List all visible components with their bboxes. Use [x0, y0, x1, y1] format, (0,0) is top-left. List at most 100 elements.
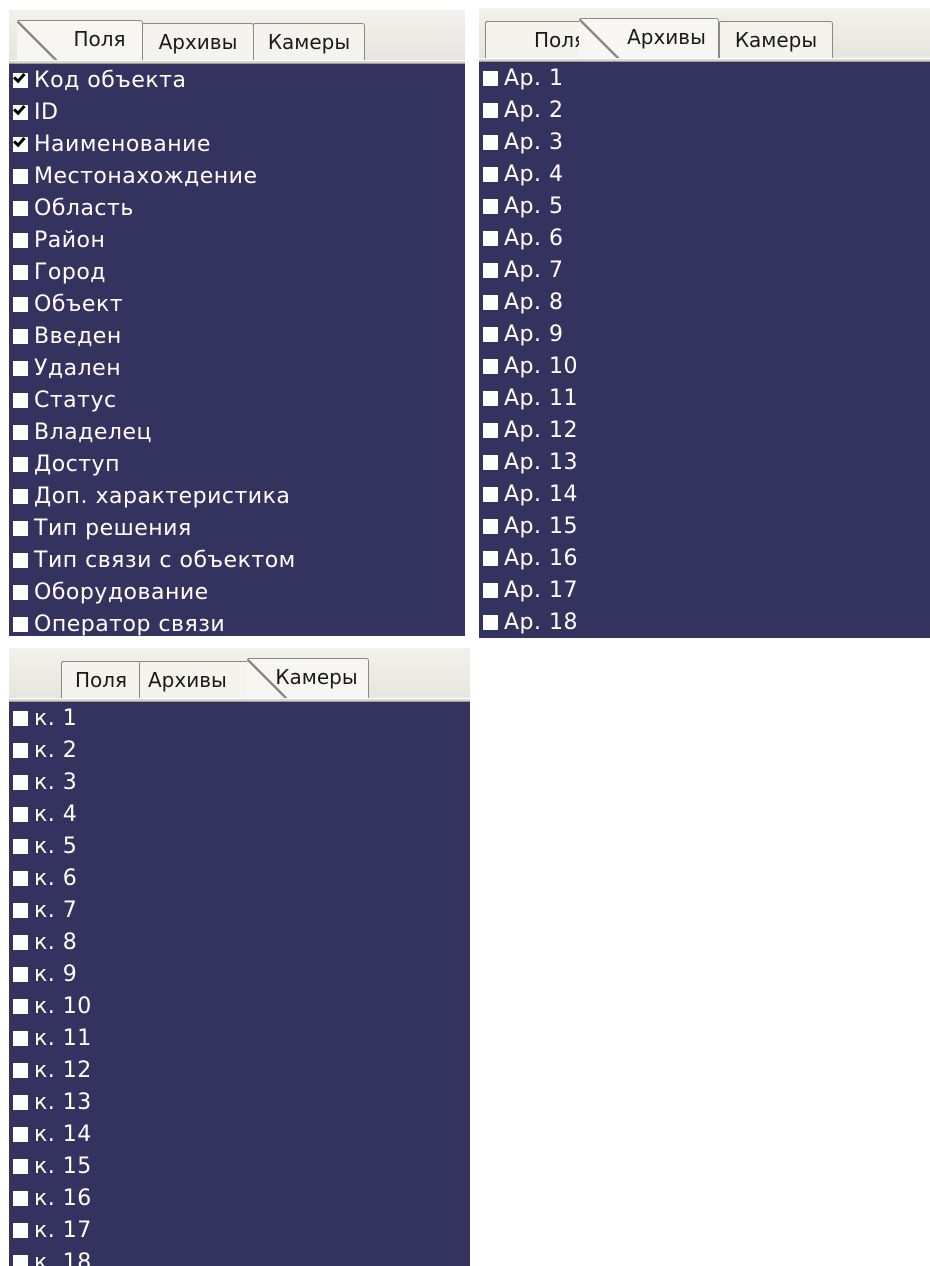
- checkbox[interactable]: [13, 742, 28, 758]
- checkbox[interactable]: [483, 518, 498, 534]
- list-item[interactable]: к. 6: [9, 862, 470, 894]
- checkbox[interactable]: [13, 136, 28, 152]
- list-item[interactable]: к. 18: [9, 1246, 470, 1266]
- list-item[interactable]: к. 8: [9, 926, 470, 958]
- list-item[interactable]: Ар. 17: [479, 574, 930, 606]
- list-item[interactable]: к. 14: [9, 1118, 470, 1150]
- list-item[interactable]: к. 1: [9, 702, 470, 734]
- checkbox[interactable]: [13, 328, 28, 344]
- checkbox[interactable]: [13, 200, 28, 216]
- list-item[interactable]: Наименование: [9, 128, 465, 160]
- checkbox[interactable]: [13, 902, 28, 918]
- checkbox[interactable]: [483, 134, 498, 150]
- list-item[interactable]: Район: [9, 224, 465, 256]
- checkbox[interactable]: [483, 262, 498, 278]
- list-item[interactable]: Код объекта: [9, 64, 465, 96]
- list-item[interactable]: Тип решения: [9, 512, 465, 544]
- list-item[interactable]: Владелец: [9, 416, 465, 448]
- list-item[interactable]: Статус: [9, 384, 465, 416]
- list-item[interactable]: к. 11: [9, 1022, 470, 1054]
- list-item[interactable]: Область: [9, 192, 465, 224]
- list-item[interactable]: Ар. 13: [479, 446, 930, 478]
- list-item[interactable]: Ар. 6: [479, 222, 930, 254]
- checkbox[interactable]: [13, 296, 28, 312]
- tab-cameras[interactable]: Камеры: [253, 23, 365, 61]
- list-item[interactable]: к. 10: [9, 990, 470, 1022]
- checkbox[interactable]: [483, 294, 498, 310]
- list-item[interactable]: Доп. характеристика: [9, 480, 465, 512]
- checkbox[interactable]: [13, 264, 28, 280]
- checkbox[interactable]: [483, 550, 498, 566]
- checkbox[interactable]: [483, 230, 498, 246]
- checkbox[interactable]: [13, 584, 28, 600]
- list-item[interactable]: Ар. 14: [479, 478, 930, 510]
- tab-cameras[interactable]: Камеры: [719, 21, 833, 59]
- list-item[interactable]: Ар. 11: [479, 382, 930, 414]
- list-item[interactable]: к. 9: [9, 958, 470, 990]
- checkbox[interactable]: [13, 456, 28, 472]
- list-item[interactable]: к. 15: [9, 1150, 470, 1182]
- list-item[interactable]: к. 7: [9, 894, 470, 926]
- checkbox[interactable]: [13, 774, 28, 790]
- checkbox[interactable]: [483, 390, 498, 406]
- list-item[interactable]: Ар. 16: [479, 542, 930, 574]
- list-item[interactable]: Тип связи с объектом: [9, 544, 465, 576]
- list-item[interactable]: Ар. 2: [479, 94, 930, 126]
- list-item[interactable]: Ар. 12: [479, 414, 930, 446]
- checkbox[interactable]: [13, 1094, 28, 1110]
- checkbox[interactable]: [13, 1158, 28, 1174]
- checkbox[interactable]: [483, 454, 498, 470]
- list-item[interactable]: Ар. 7: [479, 254, 930, 286]
- list-item[interactable]: к. 12: [9, 1054, 470, 1086]
- checkbox[interactable]: [483, 614, 498, 630]
- checkbox[interactable]: [483, 102, 498, 118]
- checkbox[interactable]: [483, 326, 498, 342]
- list-item[interactable]: Ар. 9: [479, 318, 930, 350]
- checkbox[interactable]: [13, 392, 28, 408]
- tab-cameras[interactable]: Камеры: [247, 658, 369, 699]
- checkbox[interactable]: [483, 422, 498, 438]
- checkbox[interactable]: [13, 806, 28, 822]
- tab-archives[interactable]: Архивы: [142, 23, 254, 61]
- list-item[interactable]: к. 2: [9, 734, 470, 766]
- checkbox[interactable]: [13, 168, 28, 184]
- checkbox[interactable]: [13, 72, 28, 88]
- checkbox[interactable]: [13, 552, 28, 568]
- list-item[interactable]: Ар. 4: [479, 158, 930, 190]
- tab-fields[interactable]: Поля: [61, 661, 141, 699]
- list-item[interactable]: к. 13: [9, 1086, 470, 1118]
- checkbox[interactable]: [13, 1126, 28, 1142]
- list-item[interactable]: к. 16: [9, 1182, 470, 1214]
- checkbox[interactable]: [13, 1222, 28, 1238]
- list-item[interactable]: к. 4: [9, 798, 470, 830]
- list-item[interactable]: к. 3: [9, 766, 470, 798]
- checkbox[interactable]: [13, 1254, 28, 1266]
- checkbox[interactable]: [483, 358, 498, 374]
- checkbox[interactable]: [13, 616, 28, 632]
- checkbox[interactable]: [483, 582, 498, 598]
- tab-fields[interactable]: Поля: [17, 20, 143, 61]
- list-item[interactable]: Ар. 10: [479, 350, 930, 382]
- list-item[interactable]: Город: [9, 256, 465, 288]
- checkbox[interactable]: [13, 104, 28, 120]
- checkbox[interactable]: [13, 520, 28, 536]
- checkbox[interactable]: [13, 966, 28, 982]
- checkbox[interactable]: [13, 934, 28, 950]
- checkbox[interactable]: [13, 998, 28, 1014]
- list-item[interactable]: Введен: [9, 320, 465, 352]
- checkbox[interactable]: [13, 232, 28, 248]
- list-item[interactable]: Оборудование: [9, 576, 465, 608]
- checkbox[interactable]: [13, 838, 28, 854]
- checkbox[interactable]: [13, 1062, 28, 1078]
- list-item[interactable]: Удален: [9, 352, 465, 384]
- checkbox[interactable]: [13, 870, 28, 886]
- list-item[interactable]: Ар. 1: [479, 62, 930, 94]
- list-item[interactable]: Ар. 5: [479, 190, 930, 222]
- list-item[interactable]: Доступ: [9, 448, 465, 480]
- checkbox[interactable]: [13, 1190, 28, 1206]
- list-item[interactable]: к. 17: [9, 1214, 470, 1246]
- list-item[interactable]: Оператор связи: [9, 608, 465, 636]
- list-item[interactable]: ID: [9, 96, 465, 128]
- checkbox[interactable]: [13, 488, 28, 504]
- list-item[interactable]: Местонахождение: [9, 160, 465, 192]
